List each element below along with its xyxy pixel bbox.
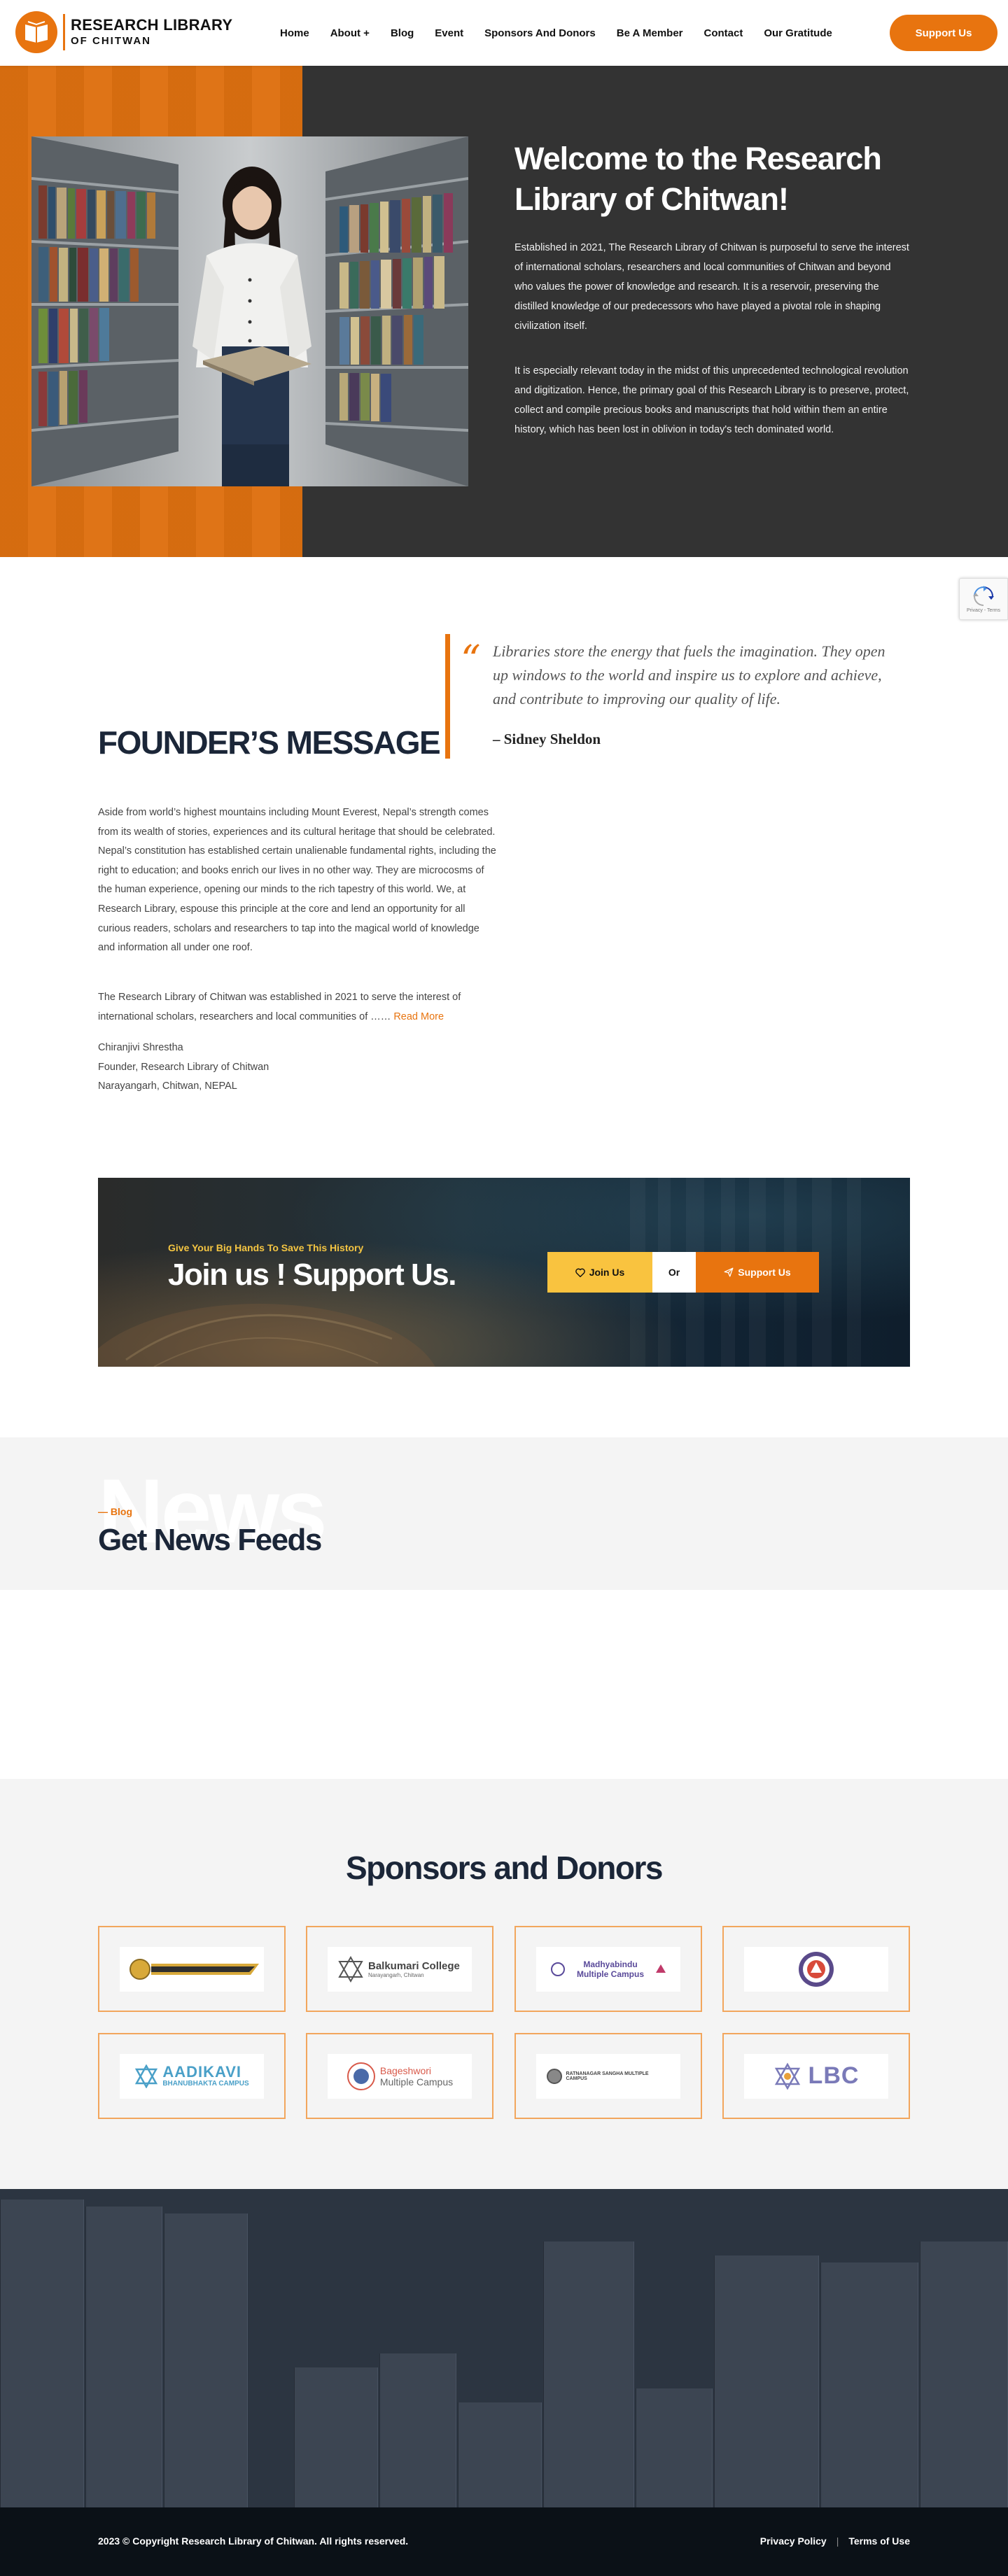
or-separator: Or bbox=[652, 1252, 696, 1293]
site-header: RESEARCH LIBRARY OF CHITWAN Home About +… bbox=[0, 0, 1008, 66]
founder-place: Narayangarh, Chitwan, NEPAL bbox=[98, 1081, 237, 1092]
ratnanagar-campus-logo: RATNANAGAR SANGHA MULTIPLE CAMPUS bbox=[536, 2053, 680, 2099]
sponsor-card-8[interactable]: LBC bbox=[722, 2033, 910, 2119]
book-spine bbox=[85, 2207, 162, 2507]
hero-paragraph-1: Established in 2021, The Research Librar… bbox=[514, 242, 909, 332]
book-spine bbox=[164, 2213, 248, 2507]
recaptcha-icon bbox=[973, 585, 994, 606]
terms-of-use-link[interactable]: Terms of Use bbox=[848, 2535, 910, 2547]
site-logo[interactable]: RESEARCH LIBRARY OF CHITWAN bbox=[15, 11, 232, 53]
heart-icon bbox=[575, 1268, 585, 1277]
sponsors-title: Sponsors and Donors bbox=[346, 1850, 663, 1886]
nav-home[interactable]: Home bbox=[280, 27, 309, 39]
nav-our-gratitude[interactable]: Our Gratitude bbox=[764, 27, 832, 39]
lbc-logo: LBC bbox=[744, 2053, 888, 2099]
hero-paragraph-2: It is especially relevant today in the m… bbox=[514, 365, 909, 435]
aadikavi-campus-logo: AADIKAVI BHANUBHAKTA CAMPUS bbox=[120, 2053, 264, 2099]
nav-about[interactable]: About + bbox=[330, 27, 370, 39]
lbc-text: LBC bbox=[808, 2062, 860, 2089]
logo-line1: RESEARCH LIBRARY bbox=[71, 16, 233, 34]
book-spine bbox=[458, 2402, 542, 2507]
balkumari-text: Balkumari College bbox=[368, 1959, 460, 1972]
hero-section: Welcome to the Research Library of Chitw… bbox=[0, 66, 1008, 557]
aadikavi-text: AADIKAVI bbox=[162, 2062, 242, 2081]
main-nav: Home About + Blog Event Sponsors And Don… bbox=[280, 0, 853, 66]
news-section: News — Blog Get News Feeds bbox=[0, 1437, 1008, 1590]
header-support-button[interactable]: Support Us bbox=[890, 15, 997, 51]
footer-links: Privacy Policy | Terms of Use bbox=[760, 2535, 910, 2547]
book-spine bbox=[636, 2388, 713, 2507]
founder-signature: Chiranjivi Shrestha Founder, Research Li… bbox=[98, 1039, 269, 1097]
copyright-text: 2023 © Copyright Research Library of Chi… bbox=[98, 2535, 409, 2547]
nav-contact[interactable]: Contact bbox=[704, 27, 743, 39]
hero-photo-library bbox=[31, 136, 468, 486]
books-background-section bbox=[0, 2189, 1008, 2507]
recaptcha-badge[interactable]: Privacy - Terms bbox=[959, 578, 1008, 620]
sponsors-section: Sponsors and Donors Balkumari College Na… bbox=[0, 1779, 1008, 2189]
madhyabindu-text: Madhyabindu Multiple Campus bbox=[576, 1959, 644, 1979]
logo-line2: OF CHITWAN bbox=[71, 35, 151, 47]
aadikavi-sub: BHANUBHAKTA CAMPUS bbox=[162, 2079, 249, 2088]
book-spine bbox=[543, 2241, 634, 2507]
support-us-label: Support Us bbox=[738, 1267, 791, 1278]
sponsor-card-5[interactable]: AADIKAVI BHANUBHAKTA CAMPUS bbox=[98, 2033, 286, 2119]
join-us-label: Join Us bbox=[589, 1267, 625, 1278]
founder-title: FOUNDER’S MESSAGE bbox=[98, 724, 441, 761]
quote-mark-icon: “ bbox=[461, 638, 481, 683]
ratnanagar-text: RATNANAGAR SANGHA MULTIPLE CAMPUS bbox=[566, 2071, 649, 2081]
sponsor-card-7[interactable]: RATNANAGAR SANGHA MULTIPLE CAMPUS bbox=[514, 2033, 702, 2119]
book-spine bbox=[820, 2262, 918, 2507]
book-spine bbox=[379, 2353, 456, 2507]
join-button-group: Join Us Or Support Us bbox=[547, 1252, 819, 1293]
bageshwori-text: Bageshwori bbox=[379, 2064, 432, 2076]
hero-title: Welcome to the Research Library of Chitw… bbox=[514, 141, 882, 217]
join-us-button[interactable]: Join Us bbox=[547, 1252, 652, 1293]
founder-quote: Libraries store the energy that fuels th… bbox=[493, 642, 886, 708]
book-spine bbox=[294, 2367, 378, 2507]
sponsor-card-6[interactable]: Bageshwori Multiple Campus bbox=[306, 2033, 493, 2119]
read-more-link[interactable]: Read More bbox=[393, 1011, 444, 1022]
founder-paragraph-1: Aside from world’s highest mountains inc… bbox=[98, 807, 496, 954]
madhyabindu-campus-logo: Madhyabindu Multiple Campus bbox=[536, 1946, 680, 1992]
paper-plane-icon bbox=[724, 1267, 734, 1277]
nav-event[interactable]: Event bbox=[435, 27, 463, 39]
bageshwori-sub: Multiple Campus bbox=[379, 2076, 454, 2088]
sponsor-card-3[interactable]: Madhyabindu Multiple Campus bbox=[514, 1926, 702, 2012]
founder-role: Founder, Research Library of Chitwan bbox=[98, 1061, 270, 1073]
join-banner: Give Your Big Hands To Save This History… bbox=[98, 1178, 910, 1367]
sponsor-emblem-logo bbox=[744, 1946, 888, 1992]
sponsor-card-1[interactable] bbox=[98, 1926, 286, 2012]
balkumari-sub: Narayangarh, Chitwan bbox=[368, 1971, 424, 1978]
quote-accent-bar bbox=[445, 634, 450, 759]
sponsor-card-2[interactable]: Balkumari College Narayangarh, Chitwan bbox=[306, 1926, 493, 2012]
join-title: Join us ! Support Us. bbox=[168, 1258, 456, 1292]
book-spine bbox=[714, 2255, 819, 2507]
logo-divider bbox=[63, 14, 65, 50]
quote-author: – Sidney Sheldon bbox=[493, 731, 601, 747]
news-title: Get News Feeds bbox=[98, 1523, 322, 1557]
founder-paragraph-2: The Research Library of Chitwan was esta… bbox=[98, 988, 498, 1027]
nav-be-a-member[interactable]: Be A Member bbox=[617, 27, 683, 39]
sponsor-card-4[interactable] bbox=[722, 1926, 910, 2012]
join-subtitle: Give Your Big Hands To Save This History bbox=[168, 1242, 364, 1253]
founder-name: Chiranjivi Shrestha bbox=[98, 1042, 183, 1053]
site-footer: 2023 © Copyright Research Library of Chi… bbox=[0, 2507, 1008, 2576]
footer-separator: | bbox=[836, 2535, 839, 2547]
balkumari-college-logo: Balkumari College Narayangarh, Chitwan bbox=[328, 1946, 472, 1992]
news-subtitle: — Blog bbox=[98, 1506, 132, 1517]
privacy-policy-link[interactable]: Privacy Policy bbox=[760, 2535, 827, 2547]
book-spine bbox=[920, 2241, 1008, 2507]
sponsor-logo-1 bbox=[120, 1946, 264, 1992]
logo-text: RESEARCH LIBRARY OF CHITWAN bbox=[71, 16, 232, 48]
nav-sponsors[interactable]: Sponsors And Donors bbox=[484, 27, 596, 39]
nav-blog[interactable]: Blog bbox=[391, 27, 414, 39]
book-spine bbox=[0, 2200, 84, 2507]
book-logo-icon bbox=[15, 11, 57, 53]
support-us-button[interactable]: Support Us bbox=[696, 1252, 819, 1293]
bageshwori-campus-logo: Bageshwori Multiple Campus bbox=[328, 2053, 472, 2099]
